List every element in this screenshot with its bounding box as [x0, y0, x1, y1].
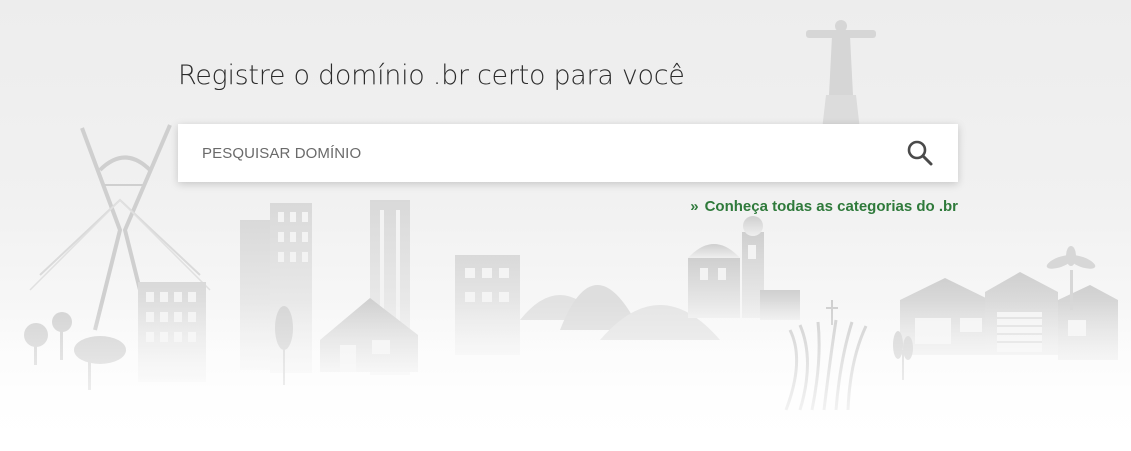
search-icon: [907, 140, 933, 166]
hero-banner: Registre o domínio .br certo para você »…: [0, 0, 1131, 451]
domain-search-input[interactable]: [202, 124, 882, 182]
search-button[interactable]: [906, 138, 938, 168]
categories-link-label: Conheça todas as categorias do .br: [704, 198, 958, 215]
page-title: Registre o domínio .br certo para você: [178, 60, 685, 91]
link-arrows: »: [690, 198, 699, 215]
domain-search-box: [178, 124, 958, 182]
christ-redeemer-statue: [806, 20, 876, 130]
categories-link[interactable]: » Conheça todas as categorias do .br: [690, 198, 958, 215]
